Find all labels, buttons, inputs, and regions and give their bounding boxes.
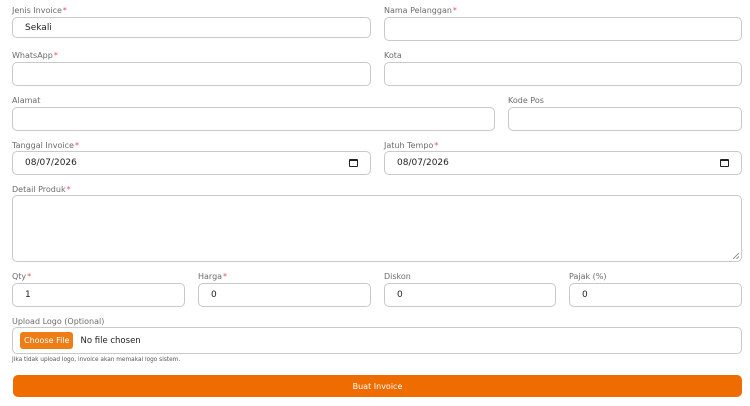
qty-value: 1: [25, 290, 31, 300]
jenis-invoice-label: Jenis Invoice*: [12, 6, 67, 16]
diskon-label-text: Diskon: [384, 272, 411, 281]
detail-produk-label-text: Detail Produk: [12, 185, 66, 194]
upload-logo-label-text: Upload Logo (Optional): [12, 317, 105, 326]
tanggal-invoice-value: 08/07/2026: [25, 158, 77, 168]
kode-pos-label-text: Kode Pos: [508, 96, 544, 105]
whatsapp-label: WhatsApp*: [12, 51, 58, 61]
jenis-invoice-value: Sekali: [25, 22, 52, 33]
file-status-text: No file chosen: [80, 335, 141, 346]
kota-input[interactable]: [384, 62, 742, 86]
jatuh-tempo-value: 08/07/2026: [397, 158, 449, 168]
jatuh-tempo-label: Jatuh Tempo*: [384, 141, 438, 151]
tanggal-invoice-label-text: Tanggal Invoice: [12, 141, 74, 150]
required-marker: *: [434, 141, 439, 150]
tanggal-invoice-date-input[interactable]: 08/07/2026: [12, 151, 371, 175]
required-marker: *: [223, 272, 228, 281]
pajak-input[interactable]: 0: [569, 283, 742, 307]
alamat-label-text: Alamat: [12, 96, 41, 105]
diskon-input[interactable]: 0: [384, 283, 556, 307]
kode-pos-label: Kode Pos: [508, 96, 544, 106]
buat-invoice-button[interactable]: Buat Invoice: [13, 375, 742, 397]
qty-label-text: Qty: [12, 272, 27, 281]
kota-label: Kota: [384, 51, 402, 61]
required-marker: *: [62, 6, 67, 15]
qty-label: Qty*: [12, 272, 31, 282]
calendar-icon[interactable]: [349, 159, 358, 167]
jatuh-tempo-date-input[interactable]: 08/07/2026: [384, 151, 742, 175]
qty-input[interactable]: 1: [12, 283, 185, 307]
nama-pelanggan-label: Nama Pelanggan*: [384, 6, 457, 16]
detail-produk-textarea[interactable]: [12, 195, 742, 262]
resize-grip-icon[interactable]: [733, 253, 739, 259]
detail-produk-label: Detail Produk*: [12, 185, 71, 195]
whatsapp-input[interactable]: [12, 62, 371, 86]
kode-pos-input[interactable]: [508, 107, 742, 131]
harga-input[interactable]: 0: [198, 283, 371, 307]
diskon-label: Diskon: [384, 272, 411, 282]
pajak-label: Pajak (%): [569, 272, 607, 282]
tanggal-invoice-label: Tanggal Invoice*: [12, 141, 79, 151]
harga-value: 0: [211, 290, 217, 300]
kota-label-text: Kota: [384, 51, 402, 60]
required-marker: *: [452, 6, 457, 15]
required-marker: *: [66, 185, 71, 194]
pajak-label-text: Pajak (%): [569, 272, 607, 281]
calendar-icon[interactable]: [720, 159, 729, 167]
harga-label-text: Harga: [198, 272, 223, 281]
jenis-invoice-select[interactable]: Sekali: [12, 17, 371, 38]
pajak-value: 0: [582, 290, 588, 300]
upload-logo-file-input[interactable]: Choose File No file chosen: [12, 327, 742, 354]
nama-pelanggan-input[interactable]: [384, 17, 742, 41]
required-marker: *: [74, 141, 79, 150]
required-marker: *: [53, 51, 58, 60]
choose-file-button[interactable]: Choose File: [20, 332, 74, 349]
jenis-invoice-label-text: Jenis Invoice: [12, 6, 62, 15]
alamat-input[interactable]: [12, 107, 495, 131]
alamat-label: Alamat: [12, 96, 40, 106]
harga-label: Harga*: [198, 272, 227, 282]
whatsapp-label-text: WhatsApp: [12, 51, 53, 60]
upload-logo-label: Upload Logo (Optional): [12, 317, 104, 327]
required-marker: *: [27, 272, 32, 281]
nama-pelanggan-label-text: Nama Pelanggan: [384, 6, 452, 15]
jatuh-tempo-label-text: Jatuh Tempo: [384, 141, 434, 150]
upload-logo-hint: Jika tidak upload logo, invoice akan mem…: [12, 357, 181, 363]
diskon-value: 0: [397, 290, 403, 300]
